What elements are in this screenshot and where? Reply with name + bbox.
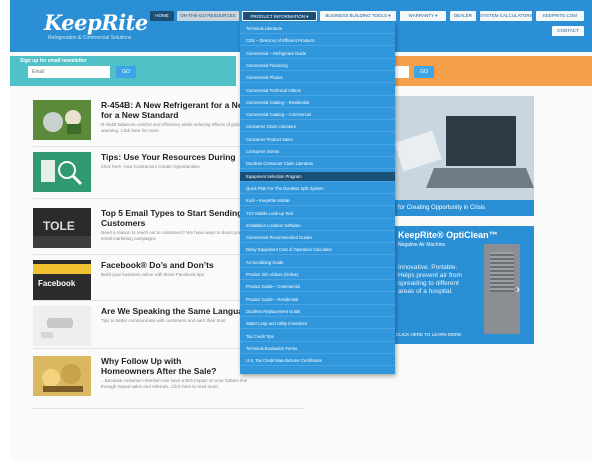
- article-summary: R-454B balances comfort and efficiency w…: [101, 122, 244, 133]
- nav-business-building-tools[interactable]: BUSINESS BUILDING TOOLS ▾: [320, 11, 396, 21]
- dropdown-item[interactable]: Commercial Catalog – Residential: [240, 98, 395, 108]
- article-summary: Need a reason to reach out to customers?…: [101, 230, 243, 241]
- dropdown-item[interactable]: Product Guide – Commercial: [240, 282, 395, 293]
- dropdown-item[interactable]: CDS – Directory of Efficient Products: [240, 36, 395, 47]
- dropdown-item[interactable]: Consumer Claim Literature: [240, 122, 395, 133]
- dropdown-item[interactable]: U.S. Tax Credit Manufacturer Certificate…: [240, 356, 395, 367]
- dropdown-item[interactable]: Commercial – Refrigerant Guide: [240, 49, 395, 59]
- laptop-image: [394, 96, 534, 200]
- promo-creating-opportunity[interactable]: for Creating Opportunity in Crisis: [394, 96, 534, 216]
- dropdown-item[interactable]: Technical Literature: [240, 24, 395, 34]
- article-same-language[interactable]: Are We Speaking the Same Language Tips t…: [33, 306, 251, 352]
- article-summary: ...Because customer retention can have a…: [101, 378, 248, 389]
- article-title-line2[interactable]: Homeowners After the Sale?: [101, 366, 251, 376]
- chevron-right-icon[interactable]: ›: [516, 282, 520, 296]
- nav-product-information[interactable]: PRODUCT INFORMATION ▾: [242, 11, 317, 21]
- dropdown-item[interactable]: Product Info Videos (Online): [240, 270, 395, 280]
- article-summary: Build your business online with these Fa…: [101, 272, 205, 277]
- dropdown-item[interactable]: Ductless Consumer Claim Literature: [240, 159, 395, 170]
- coins-thumbnail[interactable]: [33, 356, 91, 396]
- dropdown-item[interactable]: Air Scrubbing Guide: [240, 258, 395, 268]
- article-tips-resources[interactable]: Tips: Use Your Resources During Click he…: [33, 152, 243, 198]
- newsletter-email-input-right[interactable]: [394, 66, 409, 78]
- article-title[interactable]: Top 5 Email Types to Start Sending: [101, 208, 251, 218]
- dropdown-item[interactable]: Water Loop and Utility Incentives: [240, 319, 395, 330]
- article-summary: Click here: How Contractors Create Oppor…: [101, 164, 200, 169]
- article-follow-up[interactable]: Why Follow Up with Homeowners After the …: [33, 356, 247, 402]
- magnifier-thumbnail[interactable]: [33, 152, 91, 192]
- dropdown-item[interactable]: TXV Mobile Look-up Tool: [240, 209, 395, 219]
- nav-contact[interactable]: CONTACT: [552, 26, 584, 36]
- nav-keeprite-com[interactable]: KEEPRITE.COM: [536, 11, 584, 21]
- article-r454b[interactable]: R-454B: A New Refrigerant for a New Stan…: [33, 100, 251, 146]
- facebook-thumbnail[interactable]: Facebook: [33, 260, 91, 300]
- email-thumbnail[interactable]: TOLE: [33, 208, 91, 248]
- air-machine-image: [484, 244, 520, 334]
- nav-system-calculators[interactable]: SYSTEM CALCULATORS: [480, 11, 532, 21]
- dropdown-item[interactable]: Equipment Selection Program: [240, 171, 395, 182]
- newsletter-email-input[interactable]: [28, 66, 110, 78]
- communication-thumbnail[interactable]: [33, 306, 91, 346]
- promo-caption: for Creating Opportunity in Crisis: [394, 200, 534, 216]
- nav-on-the-go-resources[interactable]: ON-THE-GO RESOURCES: [177, 11, 239, 21]
- article-title[interactable]: R-454B: A New Refrigerant for a New Stan…: [101, 100, 251, 110]
- article-title-line2[interactable]: for a New Standard: [101, 110, 251, 120]
- dropdown-item[interactable]: Installation Location Software: [240, 221, 395, 231]
- nav-dealer[interactable]: DEALER: [450, 11, 476, 21]
- promo-title: KeepRite® OptiClean™: [398, 230, 498, 240]
- dropdown-item[interactable]: Consumer Videos: [240, 147, 395, 157]
- newsletter-title: Sign up for email newsletter: [20, 58, 87, 64]
- dropdown-item[interactable]: Kool – KeepRite Mobile: [240, 196, 395, 207]
- nav-home[interactable]: HOME: [150, 11, 174, 21]
- article-title[interactable]: Why Follow Up with: [101, 356, 251, 366]
- svg-text:TOLE: TOLE: [43, 219, 75, 233]
- nav-warranty[interactable]: WARRANTY ▾: [400, 11, 446, 21]
- article-title-line2[interactable]: Customers: [101, 218, 251, 228]
- newsletter-band-right: GO: [394, 56, 592, 86]
- article-summary: Tips to better communicate with customer…: [101, 318, 226, 323]
- dropdown-item[interactable]: Quick Plan For The Ductless Split System: [240, 184, 395, 194]
- keeprite-logo[interactable]: KeepRite: [44, 10, 148, 35]
- newsletter-band: Sign up for email newsletter GO: [10, 56, 236, 86]
- promo-opticlean[interactable]: KeepRite® OptiClean™ Negative Air Machin…: [394, 226, 534, 344]
- dropdown-item[interactable]: Technical Evaluation Forms: [240, 344, 395, 354]
- dropdown-item[interactable]: Tax Credit Tips: [240, 332, 395, 342]
- product-information-dropdown: Technical Literature CDS – Directory of E…: [240, 22, 395, 374]
- article-email-types[interactable]: TOLE Top 5 Email Types to Start Sending …: [33, 208, 243, 254]
- dropdown-item[interactable]: Commercial Financing: [240, 61, 395, 71]
- svg-text:Facebook: Facebook: [38, 279, 76, 288]
- promo-subtitle: Negative Air Machine: [398, 242, 446, 248]
- dropdown-item[interactable]: Consumer Product Sales: [240, 135, 395, 145]
- refrigerant-thumbnail[interactable]: [33, 100, 91, 140]
- dropdown-item[interactable]: Commercial Technical Videos: [240, 86, 395, 96]
- article-title[interactable]: Facebook® Do’s and Don’ts: [101, 260, 251, 270]
- dropdown-item[interactable]: Commercial Catalog – Commercial: [240, 110, 395, 121]
- dropdown-item[interactable]: Ductless Replacement Guide: [240, 307, 395, 317]
- divider: [33, 408, 303, 409]
- learn-more-link[interactable]: CLICK HERE TO LEARN MORE: [396, 332, 461, 337]
- dropdown-item[interactable]: Delay Equipment Cost of Operation Calcul…: [240, 245, 395, 256]
- logo-tagline: Refrigeration & Commercial Solutions: [48, 35, 132, 41]
- newsletter-go-button[interactable]: GO: [116, 66, 136, 78]
- promo-text: Innovative. Portable. Helps prevent air …: [398, 264, 462, 295]
- newsletter-go-button-right[interactable]: GO: [414, 66, 434, 78]
- dropdown-item[interactable]: Commercial Recommended Guides: [240, 233, 395, 244]
- dropdown-item[interactable]: Product Guide – Residential: [240, 295, 395, 305]
- article-title[interactable]: Tips: Use Your Resources During: [101, 152, 251, 162]
- article-title[interactable]: Are We Speaking the Same Language: [101, 306, 251, 316]
- dropdown-item[interactable]: Commercial Photos: [240, 73, 395, 84]
